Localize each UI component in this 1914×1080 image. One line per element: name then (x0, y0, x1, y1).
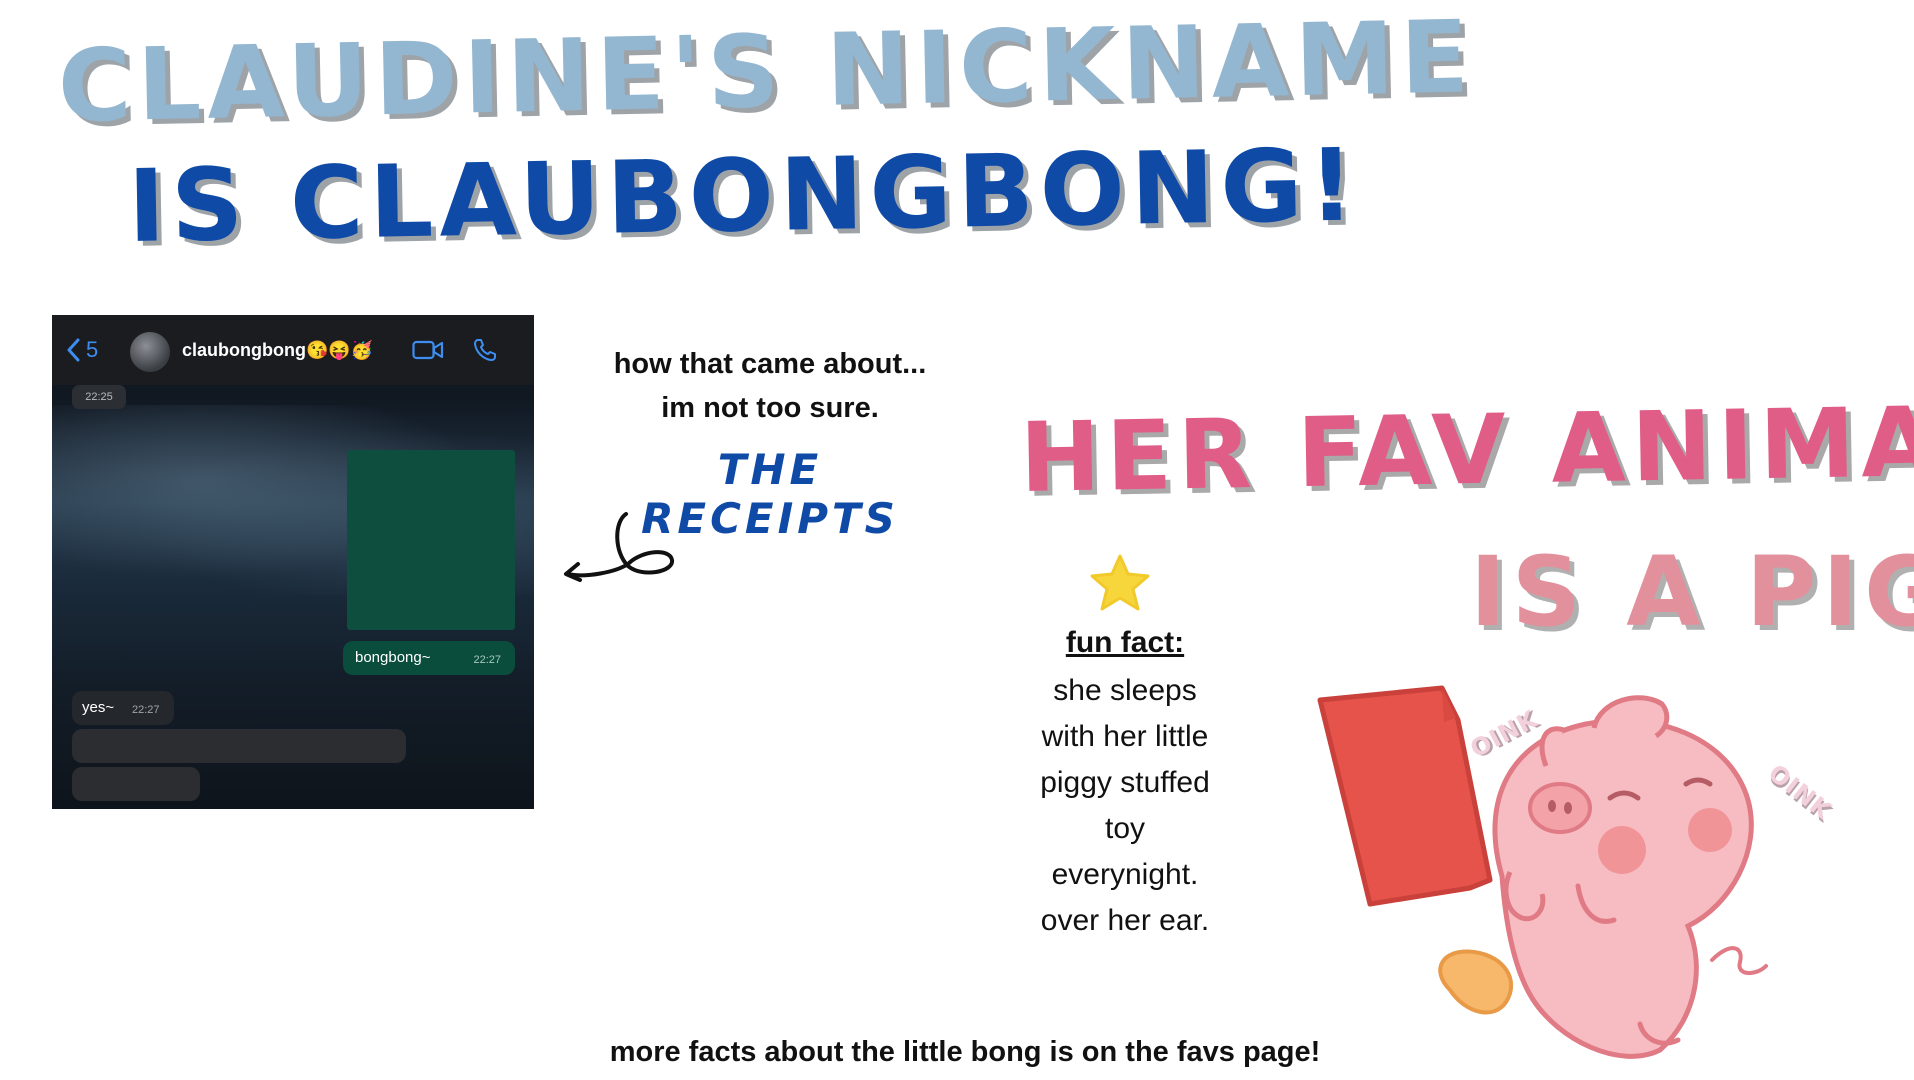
fun-fact-line: she sleeps (1053, 674, 1197, 707)
phone-call-icon[interactable] (472, 337, 498, 363)
fun-fact-line: toy (1104, 812, 1146, 845)
fun-fact-title: fun fact: (1065, 626, 1185, 659)
footer-note: more facts about the little bong is on t… (609, 1036, 1321, 1068)
chat-header: 5 claubongbong😘😝🥳 (52, 315, 534, 385)
sent-message-time: 22:27 (473, 654, 501, 666)
pig-foot (1438, 949, 1513, 1015)
fun-fact-line: everynight. (1051, 858, 1199, 891)
redacted-media-message (347, 450, 515, 630)
fun-fact-line: with her little (1041, 720, 1209, 753)
sent-message-text: bongbong~ (355, 649, 431, 666)
pig-illustration (1317, 685, 1768, 1059)
received-message-time: 22:27 (132, 704, 160, 716)
unread-count: 5 (86, 337, 99, 362)
title-is-a-pig: IS A PIG. (1470, 536, 1914, 648)
received-message-text: yes~ (82, 699, 115, 716)
contact-avatar[interactable] (130, 332, 170, 372)
red-sign (1317, 685, 1493, 907)
fun-fact-body: she sleeps with her little piggy stuffed… (1000, 668, 1250, 944)
title-fav-animal: HER FAV ANIMAL (1019, 384, 1914, 514)
fun-fact-line: piggy stuffed (1040, 766, 1210, 799)
curly-arrow-icon (564, 512, 674, 582)
about-line-1: how that came about... (613, 348, 927, 380)
received-message-bubble[interactable]: yes~ 22:27 (72, 691, 174, 725)
video-call-icon[interactable] (412, 339, 444, 361)
redacted-message-2 (72, 767, 200, 801)
pig-body (1492, 695, 1768, 1059)
sent-message-bubble[interactable]: bongbong~ 22:27 (343, 641, 515, 675)
redacted-message-1 (72, 729, 406, 763)
chat-screenshot: 5 claubongbong😘😝🥳 22:25 bongbong~ 22:27 … (52, 315, 534, 809)
title-nickname: CLAUDINE'S NICKNAME (56, 0, 1476, 145)
fun-fact-line: over her ear. (1040, 904, 1210, 937)
back-button[interactable]: 5 (66, 337, 98, 363)
chat-timestamp: 22:25 (72, 385, 126, 409)
title-claubongbong: IS CLAUBONGBONG! (126, 126, 1362, 265)
star-icon (1090, 554, 1150, 611)
contact-name[interactable]: claubongbong😘😝🥳 (182, 340, 373, 361)
about-line-2: im not too sure. (661, 392, 879, 424)
back-chevron-icon (67, 338, 80, 362)
